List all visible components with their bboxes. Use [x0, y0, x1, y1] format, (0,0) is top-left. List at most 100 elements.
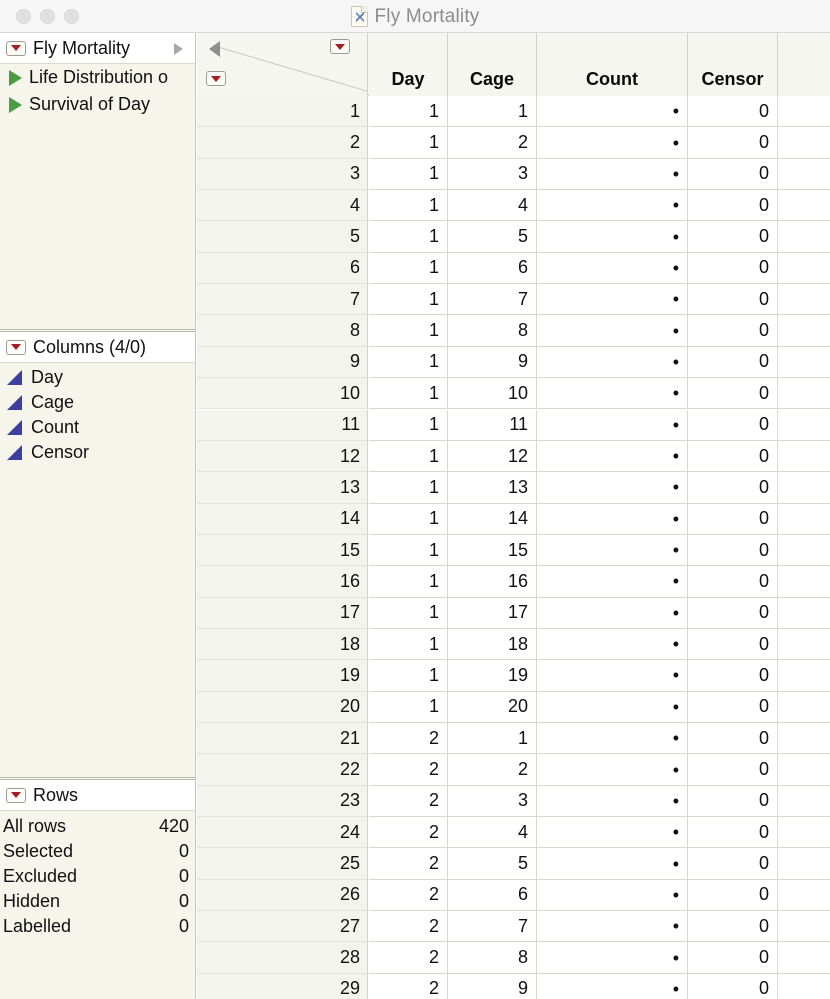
red-triangle-menu-icon[interactable] [6, 787, 26, 803]
cell-count[interactable]: • [537, 534, 688, 567]
cell-cage[interactable]: 7 [448, 911, 537, 943]
cell-day[interactable]: 2 [369, 973, 448, 999]
gray-right-triangle-icon[interactable] [174, 43, 183, 55]
cell-cage[interactable]: 19 [448, 660, 537, 692]
table-row[interactable]: 18 1 18 • 0 [197, 628, 830, 661]
cell-day[interactable]: 1 [369, 96, 448, 128]
column-item-count[interactable]: Count [0, 415, 195, 440]
row-number-cell[interactable]: 11 [197, 409, 368, 441]
row-number-cell[interactable]: 21 [197, 723, 368, 755]
cell-count[interactable]: • [537, 252, 688, 285]
cell-cage[interactable]: 16 [448, 566, 537, 598]
cell-censor[interactable]: 0 [688, 472, 778, 504]
cell-day[interactable]: 1 [369, 440, 448, 473]
column-header-cage[interactable]: Cage [448, 33, 537, 96]
cell-censor[interactable]: 0 [688, 534, 778, 567]
table-row[interactable]: 15 1 15 • 0 [197, 534, 830, 567]
row-number-cell[interactable]: 12 [197, 440, 368, 473]
row-number-cell[interactable]: 22 [197, 754, 368, 786]
gray-left-triangle-icon[interactable] [209, 41, 220, 57]
cell-day[interactable]: 1 [369, 221, 448, 253]
cell-count[interactable]: • [537, 848, 688, 880]
cell-day[interactable]: 1 [369, 597, 448, 629]
table-row[interactable]: 4 1 4 • 0 [197, 190, 830, 222]
table-row[interactable]: 5 1 5 • 0 [197, 221, 830, 253]
cell-day[interactable]: 1 [369, 158, 448, 191]
table-row[interactable]: 17 1 17 • 0 [197, 597, 830, 629]
cell-count[interactable]: • [537, 472, 688, 504]
red-triangle-menu-icon[interactable] [330, 39, 350, 54]
cell-cage[interactable]: 17 [448, 597, 537, 629]
row-number-cell[interactable]: 13 [197, 472, 368, 504]
cell-day[interactable]: 1 [369, 534, 448, 567]
cell-censor[interactable]: 0 [688, 221, 778, 253]
cell-day[interactable]: 2 [369, 754, 448, 786]
column-item-day[interactable]: Day [0, 365, 195, 390]
cell-day[interactable]: 1 [369, 284, 448, 316]
cell-day[interactable]: 2 [369, 942, 448, 974]
cell-count[interactable]: • [537, 284, 688, 316]
zoom-button[interactable] [64, 8, 79, 24]
table-row[interactable]: 10 1 10 • 0 [197, 378, 830, 410]
row-number-cell[interactable]: 16 [197, 566, 368, 598]
cell-censor[interactable]: 0 [688, 942, 778, 974]
cell-cage[interactable]: 5 [448, 848, 537, 880]
cell-censor[interactable]: 0 [688, 315, 778, 347]
cell-count[interactable]: • [537, 817, 688, 849]
cell-cage[interactable]: 18 [448, 628, 537, 661]
cell-count[interactable]: • [537, 315, 688, 347]
cell-count[interactable]: • [537, 660, 688, 692]
cell-day[interactable]: 1 [369, 503, 448, 535]
cell-censor[interactable]: 0 [688, 660, 778, 692]
cell-count[interactable]: • [537, 785, 688, 818]
table-row[interactable]: 29 2 9 • 0 [197, 973, 830, 999]
cell-cage[interactable]: 6 [448, 252, 537, 285]
cell-day[interactable]: 1 [369, 660, 448, 692]
table-row[interactable]: 9 1 9 • 0 [197, 346, 830, 379]
row-number-cell[interactable]: 29 [197, 973, 368, 999]
row-number-cell[interactable]: 28 [197, 942, 368, 974]
cell-censor[interactable]: 0 [688, 973, 778, 999]
row-number-cell[interactable]: 8 [197, 315, 368, 347]
cell-cage[interactable]: 9 [448, 346, 537, 379]
cell-cage[interactable]: 7 [448, 284, 537, 316]
tree-item-survival-of-day[interactable]: Survival of Day [0, 91, 195, 118]
cell-cage[interactable]: 13 [448, 472, 537, 504]
table-row[interactable]: 16 1 16 • 0 [197, 566, 830, 598]
row-number-cell[interactable]: 10 [197, 378, 368, 410]
cell-censor[interactable]: 0 [688, 628, 778, 661]
row-number-cell[interactable]: 17 [197, 597, 368, 629]
cell-cage[interactable]: 10 [448, 378, 537, 410]
table-row[interactable]: 19 1 19 • 0 [197, 660, 830, 692]
cell-cage[interactable]: 6 [448, 879, 537, 912]
cell-day[interactable]: 1 [369, 691, 448, 723]
table-row[interactable]: 14 1 14 • 0 [197, 503, 830, 535]
row-number-cell[interactable]: 20 [197, 691, 368, 723]
row-number-cell[interactable]: 14 [197, 503, 368, 535]
table-corner-cell[interactable] [197, 33, 368, 96]
cell-censor[interactable]: 0 [688, 848, 778, 880]
cell-count[interactable]: • [537, 127, 688, 159]
table-row[interactable]: 25 2 5 • 0 [197, 848, 830, 880]
cell-cage[interactable]: 3 [448, 785, 537, 818]
cell-day[interactable]: 1 [369, 628, 448, 661]
cell-censor[interactable]: 0 [688, 158, 778, 191]
cell-count[interactable]: • [537, 597, 688, 629]
cell-censor[interactable]: 0 [688, 817, 778, 849]
cell-day[interactable]: 2 [369, 723, 448, 755]
cell-count[interactable]: • [537, 378, 688, 410]
cell-count[interactable]: • [537, 754, 688, 786]
cell-cage[interactable]: 4 [448, 190, 537, 222]
column-item-cage[interactable]: Cage [0, 390, 195, 415]
cell-day[interactable]: 1 [369, 252, 448, 285]
cell-day[interactable]: 2 [369, 817, 448, 849]
red-triangle-menu-icon[interactable] [6, 40, 26, 56]
table-row[interactable]: 22 2 2 • 0 [197, 754, 830, 786]
cell-censor[interactable]: 0 [688, 503, 778, 535]
rows-panel-header[interactable]: Rows [0, 780, 195, 811]
cell-day[interactable]: 1 [369, 409, 448, 441]
cell-day[interactable]: 2 [369, 785, 448, 818]
table-row[interactable]: 11 1 11 • 0 [197, 409, 830, 441]
cell-day[interactable]: 2 [369, 879, 448, 912]
row-number-cell[interactable]: 25 [197, 848, 368, 880]
